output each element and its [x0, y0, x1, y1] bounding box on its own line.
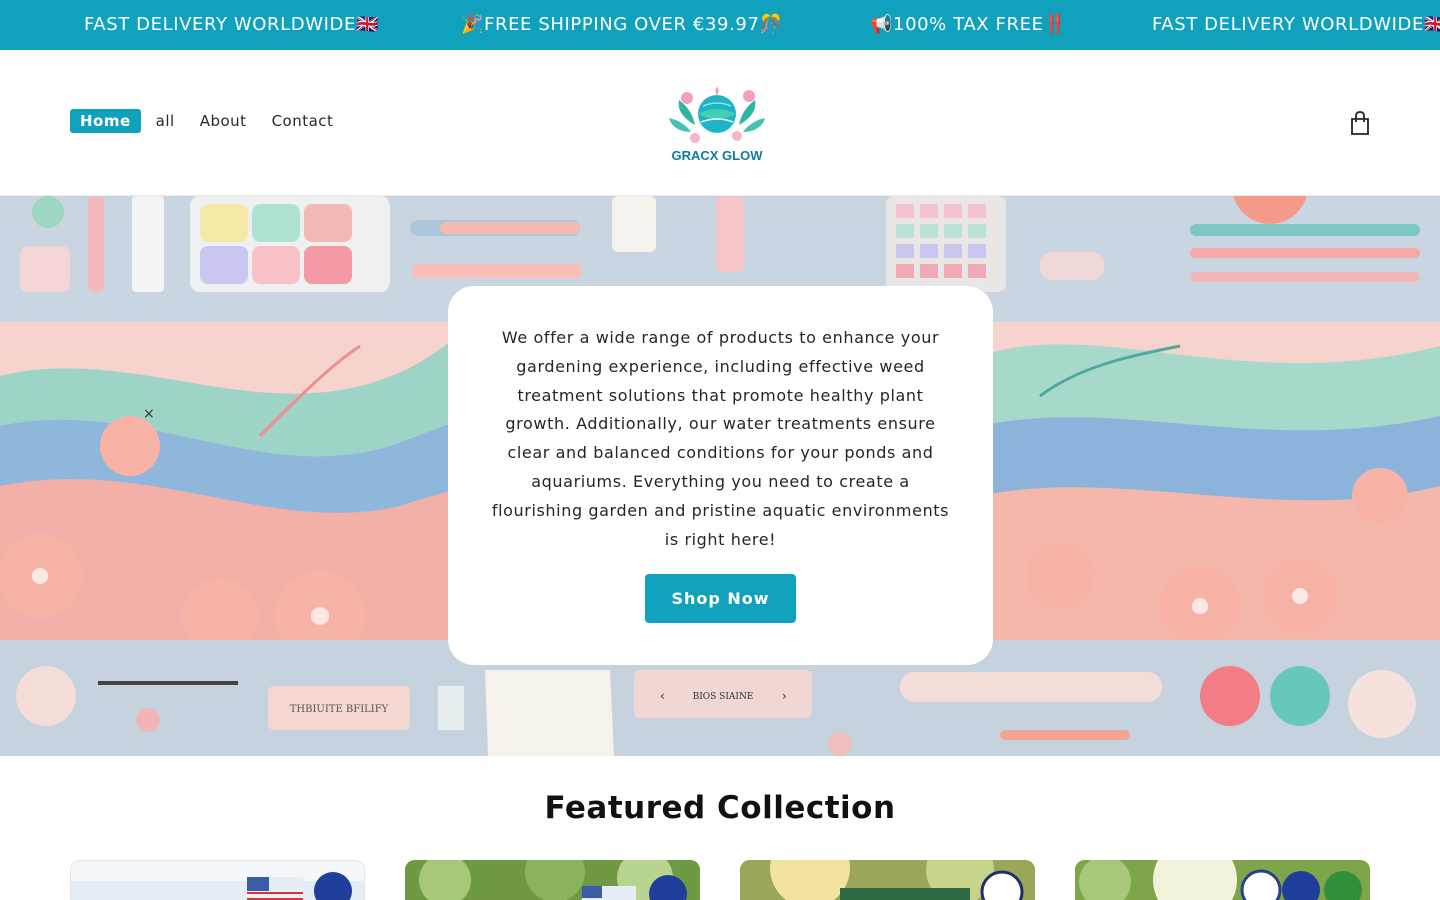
nav-link-about[interactable]: About	[190, 109, 257, 133]
close-icon[interactable]: ×	[143, 406, 155, 422]
hero-banner: THBIUITE BFILIFY ‹ BIOS SIAINE › × We of…	[0, 196, 1440, 756]
cart-icon[interactable]	[1346, 109, 1374, 137]
site-header: Home all About Contact GRACX GLOW	[0, 50, 1440, 196]
product-card[interactable]	[1075, 860, 1370, 900]
announcement-bar: FAST DELIVERY WORLDWIDE🇬🇧 🎉FREE SHIPPING…	[0, 0, 1440, 50]
product-card[interactable]	[740, 860, 1035, 900]
announcement-item: FAST DELIVERY WORLDWIDE🇬🇧	[84, 14, 379, 35]
hero-description: We offer a wide range of products to enh…	[491, 328, 950, 549]
brand-logo[interactable]: GRACX GLOW	[665, 80, 769, 166]
svg-text:›: ›	[782, 689, 787, 703]
nav-link-all[interactable]: all	[146, 109, 185, 133]
product-card[interactable]	[405, 860, 700, 900]
nav-link-contact[interactable]: Contact	[262, 109, 344, 133]
main-nav: Home all About Contact	[70, 109, 348, 133]
svg-text:GRACX GLOW: GRACX GLOW	[672, 148, 764, 163]
product-image	[1075, 860, 1370, 900]
nav-link-home[interactable]: Home	[70, 109, 141, 133]
product-image	[71, 861, 364, 900]
product-image	[740, 860, 1035, 900]
announcement-item: 🎉FREE SHIPPING OVER €39.97🎊	[461, 14, 783, 35]
svg-text:BIOS SIAINE: BIOS SIAINE	[693, 692, 754, 702]
shop-now-button[interactable]: Shop Now	[645, 574, 796, 624]
svg-text:THBIUITE BFILIFY: THBIUITE BFILIFY	[290, 704, 389, 715]
svg-text:‹: ‹	[660, 689, 665, 703]
product-image	[405, 860, 700, 900]
featured-collection-heading: Featured Collection	[544, 790, 896, 826]
announcement-item: 📢100% TAX FREE‼️	[870, 14, 1067, 35]
product-card[interactable]	[70, 860, 365, 900]
announcement-item: FAST DELIVERY WORLDWIDE🇬🇧	[1152, 14, 1440, 35]
hero-text-card: We offer a wide range of products to enh…	[448, 286, 993, 665]
